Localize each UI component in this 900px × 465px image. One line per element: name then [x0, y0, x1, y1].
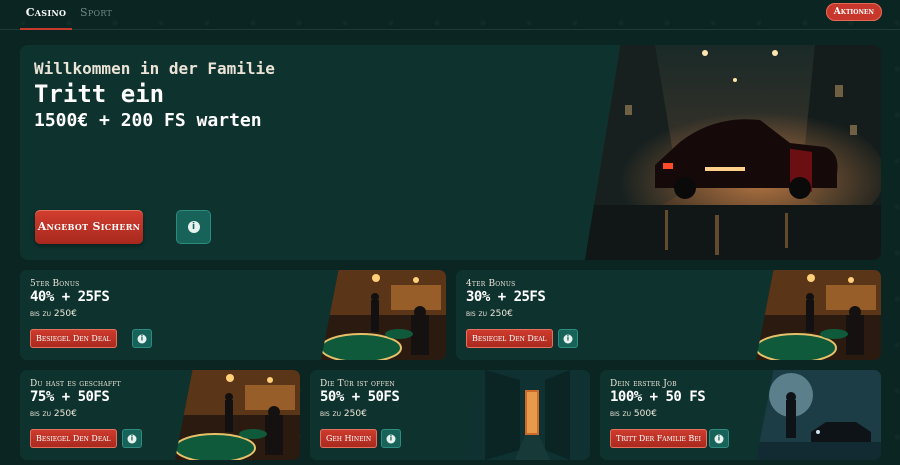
- card-limit: bis zu 250€: [320, 409, 367, 419]
- hero-image: [585, 45, 881, 260]
- top-navigation: Casino Sport Aktionen: [0, 0, 900, 30]
- bonus-card: Du hast es geschafft 75% + 50FS bis zu 2…: [20, 370, 300, 460]
- hero-banner: Willkommen in der Familie Tritt ein 1500…: [20, 45, 881, 260]
- card-title: 5ter Bonus: [30, 279, 80, 289]
- info-icon: i: [137, 334, 147, 343]
- card-bonus: 50% + 50FS: [320, 389, 400, 405]
- card-title: Du hast es geschafft: [30, 379, 121, 389]
- bonus-card: 5ter Bonus 40% + 25FS bis zu 250€ Besieg…: [20, 270, 446, 360]
- card-info-button[interactable]: i: [122, 429, 142, 448]
- card-limit: bis zu 250€: [466, 309, 513, 319]
- card-cta-button[interactable]: Geh Hinein: [320, 429, 378, 448]
- hero-offer: 1500€ + 200 FS warten: [34, 110, 262, 131]
- card-info-button[interactable]: i: [132, 329, 152, 348]
- angebot-sichern-button[interactable]: Angebot Sichern: [35, 210, 143, 244]
- card-title: 4ter Bonus: [466, 279, 516, 289]
- hero-info-button[interactable]: i: [176, 210, 211, 244]
- hero-headline: Tritt ein: [34, 80, 165, 108]
- card-title: Die Tür ist offen: [320, 379, 395, 389]
- hero-text: Willkommen in der Familie Tritt ein 1500…: [34, 59, 275, 131]
- card-cta-button[interactable]: Besiegel Den Deal: [30, 329, 117, 348]
- bonus-card: Die Tür ist offen 50% + 50FS bis zu 250€…: [310, 370, 590, 460]
- info-icon: i: [386, 434, 396, 443]
- bonus-card: Dein erster Job 100% + 50 FS bis zu 500€…: [600, 370, 881, 460]
- hero-welcome: Willkommen in der Familie: [34, 59, 275, 78]
- info-icon: i: [127, 434, 137, 443]
- card-image: [175, 370, 300, 460]
- card-limit: bis zu 250€: [30, 409, 77, 419]
- card-info-button[interactable]: i: [709, 429, 729, 448]
- card-info-button[interactable]: i: [381, 429, 401, 448]
- card-bonus: 100% + 50 FS: [610, 389, 706, 405]
- card-bonus: 75% + 50FS: [30, 389, 110, 405]
- card-image: [756, 270, 881, 360]
- info-icon: i: [187, 221, 200, 233]
- tab-sport[interactable]: Sport: [80, 0, 112, 30]
- card-cta-button[interactable]: Besiegel Den Deal: [30, 429, 117, 448]
- card-cta-button[interactable]: Tritt Der Familie Bei: [610, 429, 708, 448]
- card-title: Dein erster Job: [610, 379, 677, 389]
- card-image: [321, 270, 446, 360]
- card-cta-button[interactable]: Besiegel Den Deal: [466, 329, 553, 348]
- bonus-card: 4ter Bonus 30% + 25FS bis zu 250€ Besieg…: [456, 270, 881, 360]
- card-limit: bis zu 500€: [610, 409, 657, 419]
- tab-casino[interactable]: Casino: [20, 0, 72, 30]
- aktionen-button[interactable]: Aktionen: [825, 3, 882, 21]
- card-image: [465, 370, 590, 460]
- card-info-button[interactable]: i: [558, 329, 578, 348]
- info-icon: i: [714, 434, 724, 443]
- card-bonus: 30% + 25FS: [466, 289, 546, 305]
- info-icon: i: [563, 334, 573, 343]
- card-limit: bis zu 250€: [30, 309, 77, 319]
- card-image: [756, 370, 881, 460]
- card-bonus: 40% + 25FS: [30, 289, 110, 305]
